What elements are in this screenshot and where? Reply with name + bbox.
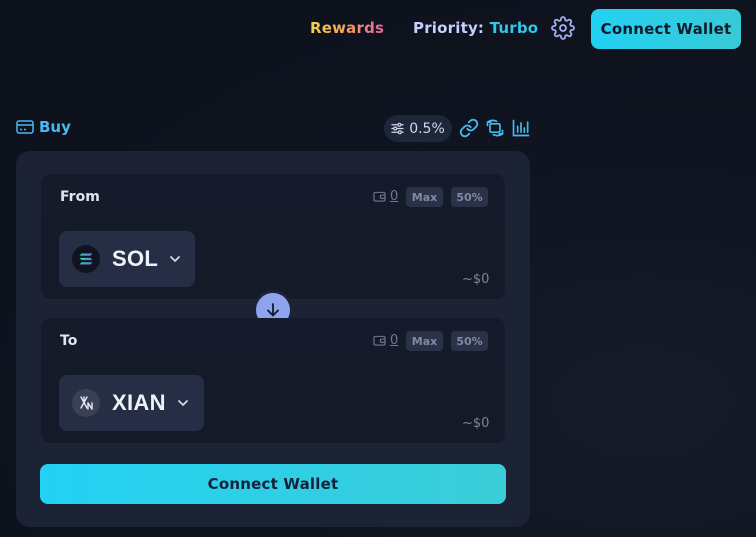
rewards-link[interactable]: Rewards xyxy=(310,19,384,37)
slippage-button[interactable]: 0.5% xyxy=(384,115,452,142)
chevron-down-icon xyxy=(170,256,181,262)
card-icon xyxy=(16,120,34,134)
to-balance[interactable]: 0 xyxy=(373,333,398,348)
to-label: To xyxy=(60,333,78,349)
link-icon[interactable] xyxy=(459,118,479,138)
priority-setting[interactable]: Priority: Turbo xyxy=(413,19,538,37)
wallet-icon xyxy=(373,191,386,202)
from-label: From xyxy=(60,189,100,205)
to-balance-value: 0 xyxy=(390,333,399,348)
to-max-button[interactable]: Max xyxy=(406,331,443,351)
buy-link[interactable]: Buy xyxy=(16,118,71,136)
chart-icon[interactable] xyxy=(511,118,531,138)
gear-icon[interactable] xyxy=(551,16,575,40)
from-token-symbol: SOL xyxy=(112,246,159,271)
sol-icon xyxy=(72,245,100,273)
from-max-button[interactable]: Max xyxy=(406,187,443,207)
sliders-icon xyxy=(391,122,404,135)
priority-label: Priority: xyxy=(413,19,485,37)
priority-value: Turbo xyxy=(489,19,539,37)
header-connect-wallet-button[interactable]: Connect Wallet xyxy=(591,9,741,49)
from-token-selector[interactable]: SOL xyxy=(59,231,195,287)
to-half-button[interactable]: 50% xyxy=(451,331,488,351)
refresh-icon[interactable] xyxy=(485,118,505,138)
from-half-button[interactable]: 50% xyxy=(451,187,488,207)
chevron-down-icon xyxy=(177,400,188,406)
from-balance[interactable]: 0 xyxy=(373,189,398,204)
wallet-icon xyxy=(373,335,386,346)
buy-label: Buy xyxy=(39,118,71,136)
slippage-value: 0.5% xyxy=(409,120,445,137)
to-usd-value: ~$0 xyxy=(462,416,490,431)
from-balance-value: 0 xyxy=(390,189,399,204)
to-token-symbol: XIAN xyxy=(112,390,166,415)
to-token-selector[interactable]: XIAN xyxy=(59,375,204,431)
xian-icon xyxy=(72,389,100,417)
from-usd-value: ~$0 xyxy=(462,272,490,287)
arrow-down-icon xyxy=(267,303,279,317)
connect-wallet-button[interactable]: Connect Wallet xyxy=(40,464,506,504)
